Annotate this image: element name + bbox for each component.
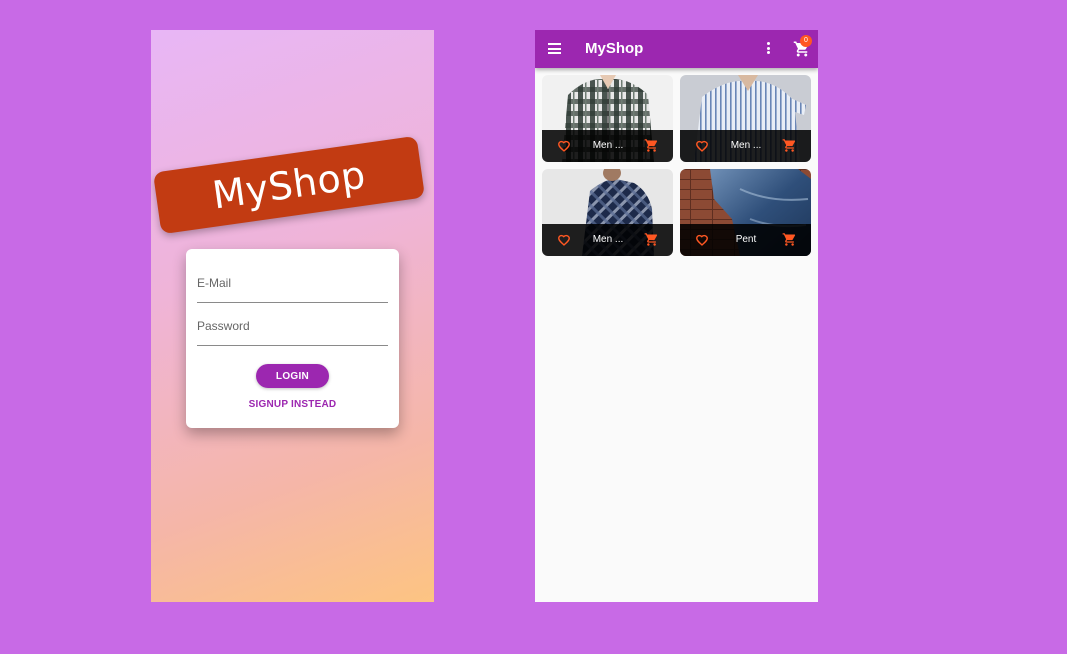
password-field-container xyxy=(197,306,388,346)
password-field[interactable] xyxy=(197,306,388,345)
auth-card: LOGIN SIGNUP INSTEAD xyxy=(186,249,399,428)
heart-outline-icon[interactable] xyxy=(695,139,709,153)
brand-title: MyShop xyxy=(209,152,369,218)
heart-outline-icon[interactable] xyxy=(557,233,571,247)
email-field-container xyxy=(197,263,388,303)
heart-outline-icon[interactable] xyxy=(557,139,571,153)
shop-screen: MyShop 0 Men ... Men ... Men ... Pent xyxy=(535,30,818,602)
product-title: Men ... xyxy=(592,140,624,151)
add-to-cart-icon[interactable] xyxy=(644,232,659,247)
signup-instead-button[interactable]: SIGNUP INSTEAD xyxy=(186,399,399,410)
heart-outline-icon[interactable] xyxy=(695,233,709,247)
brand-banner: MyShop xyxy=(152,135,426,235)
more-vert-icon[interactable] xyxy=(767,42,770,56)
product-footer: Men ... xyxy=(542,224,673,256)
product-title: Pent xyxy=(735,234,757,245)
product-tile[interactable]: Men ... xyxy=(680,75,811,162)
product-tile[interactable]: Pent xyxy=(680,169,811,256)
product-tile[interactable]: Men ... xyxy=(542,169,673,256)
menu-icon[interactable] xyxy=(548,43,561,54)
add-to-cart-icon[interactable] xyxy=(644,138,659,153)
add-to-cart-icon[interactable] xyxy=(782,232,797,247)
product-footer: Men ... xyxy=(542,130,673,162)
login-screen: MyShop LOGIN SIGNUP INSTEAD xyxy=(151,30,434,602)
product-footer: Pent xyxy=(680,224,811,256)
email-field[interactable] xyxy=(197,263,388,302)
login-button[interactable]: LOGIN xyxy=(256,364,329,388)
app-title: MyShop xyxy=(585,40,644,57)
product-title: Men ... xyxy=(730,140,762,151)
app-bar: MyShop 0 xyxy=(535,30,818,68)
product-tile[interactable]: Men ... xyxy=(542,75,673,162)
product-title: Men ... xyxy=(592,234,624,245)
add-to-cart-icon[interactable] xyxy=(782,138,797,153)
cart-count-badge: 0 xyxy=(800,35,812,47)
product-footer: Men ... xyxy=(680,130,811,162)
